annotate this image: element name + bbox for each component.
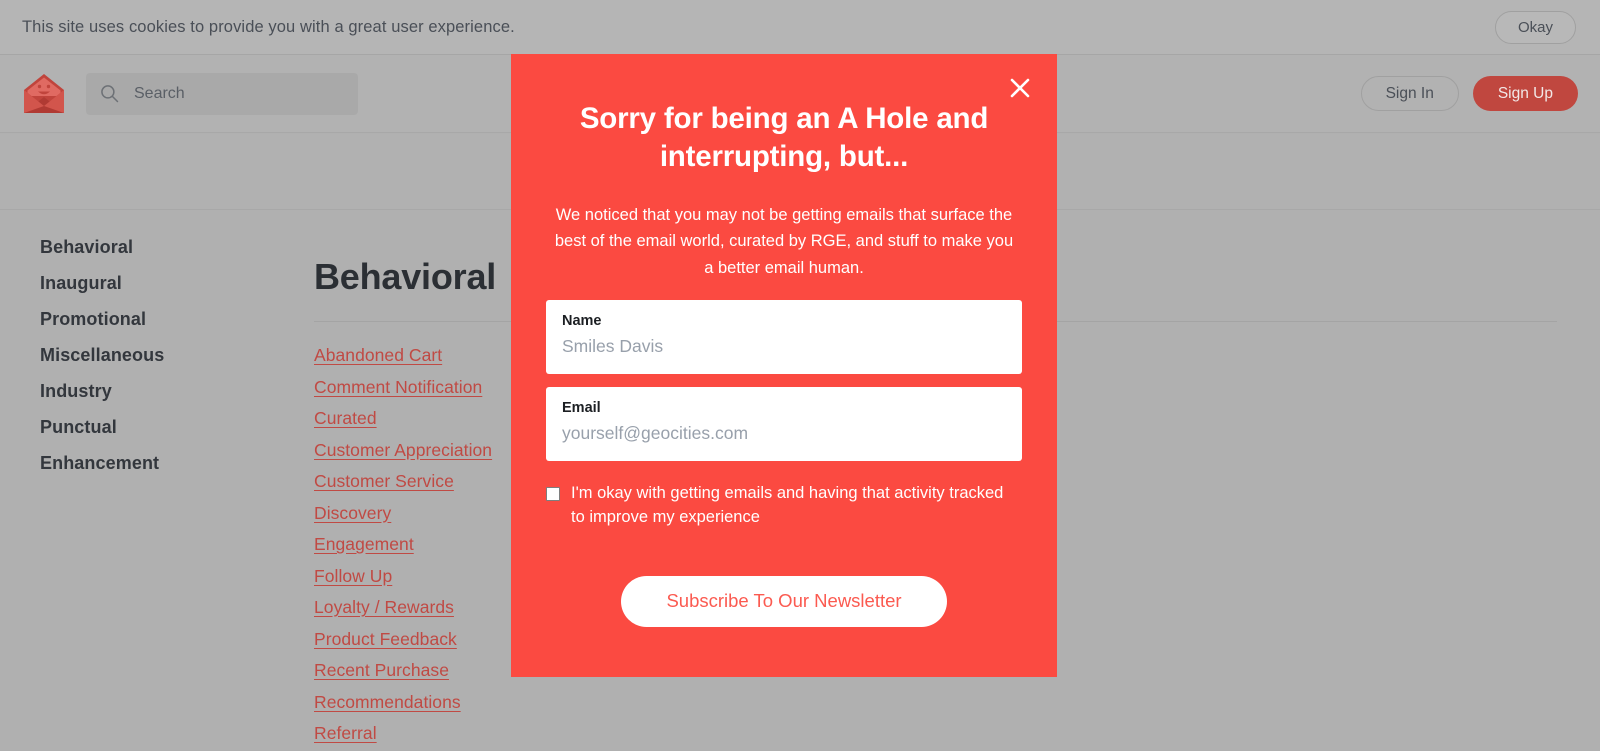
close-icon-glyph <box>1010 78 1030 98</box>
list-item: Recommendations <box>314 687 1555 719</box>
category-sidebar: Behavioral Inaugural Promotional Miscell… <box>0 211 300 751</box>
category-link-customer-service[interactable]: Customer Service <box>314 466 454 498</box>
email-field-label: Email <box>562 399 601 416</box>
subscribe-button-wrap: Subscribe To Our Newsletter <box>546 576 1022 627</box>
cookie-banner-message: This site uses cookies to provide you wi… <box>22 17 515 36</box>
name-field-label: Name <box>562 312 602 329</box>
close-icon[interactable] <box>1005 73 1035 103</box>
cookie-banner: This site uses cookies to provide you wi… <box>0 0 1600 55</box>
newsletter-modal: Sorry for being an A Hole and interrupti… <box>511 54 1057 677</box>
sign-in-button[interactable]: Sign In <box>1360 75 1459 112</box>
category-link-curated[interactable]: Curated <box>314 403 377 435</box>
envelope-smiley-logo-icon[interactable] <box>22 72 66 116</box>
search-input[interactable] <box>134 84 344 103</box>
sidebar-item-punctual[interactable]: Punctual <box>40 409 300 445</box>
name-input[interactable] <box>562 337 1006 357</box>
search-icon <box>101 85 119 103</box>
consent-checkbox[interactable] <box>546 486 560 501</box>
sidebar-item-enhancement[interactable]: Enhancement <box>40 445 300 481</box>
subscribe-button[interactable]: Subscribe To Our Newsletter <box>621 576 947 627</box>
header-actions: Sign In Sign Up <box>1360 75 1578 112</box>
category-link-loyalty-rewards[interactable]: Loyalty / Rewards <box>314 592 454 624</box>
sidebar-item-promotional[interactable]: Promotional <box>40 301 300 337</box>
modal-title: Sorry for being an A Hole and interrupti… <box>579 102 989 173</box>
category-link-abandoned-cart[interactable]: Abandoned Cart <box>314 340 442 372</box>
email-input[interactable] <box>562 424 1006 444</box>
consent-row: I'm okay with getting emails and having … <box>546 481 1022 531</box>
name-field[interactable]: Name <box>546 299 1022 374</box>
category-link-recent-purchase[interactable]: Recent Purchase <box>314 655 449 687</box>
sign-up-button[interactable]: Sign Up <box>1472 75 1578 112</box>
cookie-accept-button[interactable]: Okay <box>1494 10 1576 44</box>
category-link-engagement[interactable]: Engagement <box>314 529 414 561</box>
category-link-comment-notification[interactable]: Comment Notification <box>314 372 482 404</box>
sidebar-item-industry[interactable]: Industry <box>40 373 300 409</box>
sidebar-item-behavioral[interactable]: Behavioral <box>40 229 300 265</box>
sidebar-item-miscellaneous[interactable]: Miscellaneous <box>40 337 300 373</box>
list-item: Referral <box>314 718 1555 750</box>
email-field[interactable]: Email <box>546 386 1022 461</box>
category-link-customer-appreciation[interactable]: Customer Appreciation <box>314 435 492 467</box>
category-link-follow-up[interactable]: Follow Up <box>314 561 392 593</box>
category-link-product-feedback[interactable]: Product Feedback <box>314 624 457 656</box>
category-link-recommendations[interactable]: Recommendations <box>314 687 461 719</box>
sidebar-item-inaugural[interactable]: Inaugural <box>40 265 300 301</box>
category-link-referral[interactable]: Referral <box>314 718 377 750</box>
category-link-discovery[interactable]: Discovery <box>314 498 391 530</box>
modal-body-text: We noticed that you may not be getting e… <box>554 205 1014 277</box>
consent-label[interactable]: I'm okay with getting emails and having … <box>571 481 1010 531</box>
search-box[interactable] <box>86 72 358 115</box>
